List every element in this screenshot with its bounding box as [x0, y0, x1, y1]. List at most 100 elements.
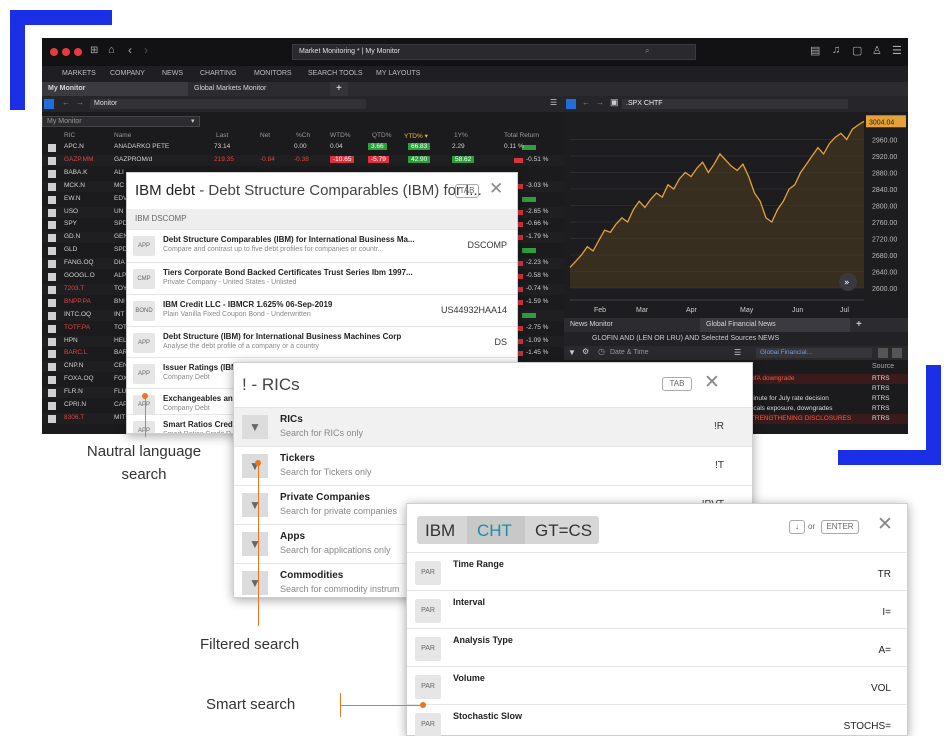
menu-icon[interactable]: ☰ — [892, 44, 902, 57]
token-ibm[interactable]: IBM — [425, 521, 455, 541]
col-last[interactable]: Last — [216, 132, 228, 139]
rics-tab-key[interactable]: TAB — [662, 377, 692, 391]
news-query[interactable]: GLOFIN AND (LEN OR LRU) AND Selected Sou… — [592, 335, 779, 342]
layout-tabs: My Monitor Global Markets Monitor + — [42, 82, 908, 96]
list-item[interactable]: PAR Interval I= — [407, 590, 907, 628]
list-icon[interactable]: ☰ — [734, 348, 741, 357]
chart-forward-icon[interactable]: → — [596, 98, 604, 107]
col-wtd[interactable]: WTD% — [330, 132, 351, 139]
list-item[interactable]: PAR Volume VOL — [407, 666, 907, 704]
news-add-tab-button[interactable]: + — [850, 318, 868, 332]
col-net[interactable]: Net — [260, 132, 270, 139]
item-code: A= — [878, 645, 891, 656]
back-icon[interactable]: ‹ — [128, 43, 132, 57]
monitor-dropdown[interactable]: My Monitor ▾ — [42, 116, 200, 127]
news-date-label[interactable]: Date & Time — [610, 349, 649, 356]
list-item[interactable]: PAR Time Range TR — [407, 552, 907, 590]
or-text: or — [808, 522, 816, 531]
layout-icon[interactable]: ▤ — [810, 44, 820, 57]
callout-smart: Smart search — [206, 696, 296, 713]
list-item[interactable]: APP Debt Structure Comparables (IBM) for … — [127, 229, 517, 262]
chart-app-icon[interactable] — [566, 99, 576, 109]
filter-icon[interactable]: ▼ — [568, 348, 576, 357]
token-gt-cs[interactable]: GT=CS — [535, 521, 592, 541]
monitor-search-box[interactable]: Monitor — [90, 99, 366, 109]
rics-close-icon[interactable]: ✕ — [704, 371, 720, 394]
search-icon[interactable]: ⌕ — [645, 46, 649, 56]
list-item[interactable]: ▼ RICs Search for RICs only !R — [234, 407, 752, 446]
list-item[interactable]: BOND IBM Credit LLC - IBMCR 1.625% 06-Sep… — [127, 294, 517, 326]
menu-charting[interactable]: CHARTING — [200, 70, 236, 77]
monitor-toolbar: ← → Monitor ☰ — [42, 96, 564, 112]
x-tick-label: Feb — [594, 307, 606, 314]
news-headline: ES STRENGTHENING DISCLOSURES — [736, 415, 852, 422]
grid-icon[interactable]: ⊞ — [90, 45, 98, 56]
col-name[interactable]: Name — [114, 132, 131, 139]
hamburger-icon[interactable]: ☰ — [550, 98, 557, 107]
tab-global-markets-monitor[interactable]: Global Markets Monitor — [188, 82, 330, 96]
col-1y[interactable]: 1Y% — [454, 132, 468, 139]
enter-key[interactable]: ENTER — [821, 520, 859, 534]
list-item[interactable]: ▼ Tickers Search for Tickers only !T — [234, 446, 752, 485]
gear-icon[interactable]: ⚙ — [582, 347, 589, 356]
col-pch[interactable]: %Ch — [296, 132, 310, 139]
item-description: Search for RICs only — [280, 428, 364, 438]
chevron-down-icon[interactable]: ▾ — [191, 117, 195, 125]
monitor-header-row: RIC Name Last Net %Ch WTD% QTD% YTD% ▾ 1… — [42, 130, 564, 141]
menu-company[interactable]: COMPANY — [110, 70, 145, 77]
chart-symbol-box[interactable]: .SPX CHTF — [622, 99, 848, 109]
list-item[interactable]: PAR Stochastic Slow STOCHS= — [407, 704, 907, 736]
grid-view-icon[interactable] — [878, 348, 888, 358]
ibm-tab-key[interactable]: TAB — [455, 184, 479, 198]
row-ric: FANG.OQ — [64, 259, 94, 267]
menu-news[interactable]: NEWS — [162, 70, 183, 77]
col-ric[interactable]: RIC — [64, 132, 75, 139]
nav-forward-icon[interactable]: → — [76, 98, 84, 107]
item-code: !T — [715, 460, 724, 471]
row-pch: -0.38 — [294, 155, 309, 163]
window-close-dot[interactable] — [50, 48, 58, 56]
table-row[interactable]: GAZP.MM GAZPROM/d 219.35 -0.84 -0.38 -10.65 -5… — [42, 154, 564, 166]
tab-news-monitor[interactable]: News Monitor — [564, 318, 700, 332]
close-icon[interactable]: ✕ — [489, 179, 503, 199]
double-chevron-icon[interactable]: » — [844, 278, 850, 288]
menu-monitors[interactable]: MONITORS — [254, 70, 292, 77]
row-icon — [48, 350, 56, 359]
row-name: HEL — [114, 336, 127, 344]
news-search-box[interactable]: Global Financial... — [756, 348, 872, 358]
tab-global-financial-news[interactable]: Global Financial News — [700, 318, 850, 332]
smart-token-bar[interactable]: IBM CHT GT=CS — [417, 516, 599, 544]
down-arrow-key[interactable]: ↓ — [789, 520, 805, 534]
chat-icon[interactable]: ▢ — [852, 44, 862, 57]
col-qtd[interactable]: QTD% — [372, 132, 392, 139]
chart-svg[interactable]: 2960.00 2920.00 2880.00 2840.00 2800.00 2760.… — [564, 112, 908, 318]
col-ytd[interactable]: YTD% ▾ — [404, 132, 428, 140]
menu-markets[interactable]: MARKETS — [62, 70, 96, 77]
smart-close-icon[interactable]: ✕ — [877, 513, 893, 536]
list-item[interactable]: PAR Analysis Type A= — [407, 628, 907, 666]
address-bar[interactable]: Market Monitoring * | My Monitor ⌕ — [292, 44, 696, 60]
add-tab-button[interactable]: + — [330, 82, 348, 96]
tab-my-monitor[interactable]: My Monitor — [42, 82, 188, 96]
list-item[interactable]: CMP Tiers Corporate Bond Backed Certifica… — [127, 262, 517, 294]
list-item[interactable]: APP Debt Structure (IBM) for Internationa… — [127, 326, 517, 357]
table-row[interactable]: APC.N ANADARKO PETE 73.14 0.00 0.04 3.66 66.83… — [42, 142, 564, 153]
bell-icon[interactable]: ♫ — [832, 44, 840, 56]
window-minimize-dot[interactable] — [62, 48, 70, 56]
home-icon[interactable]: ⌂ — [108, 44, 115, 56]
edit-icon[interactable] — [892, 348, 902, 358]
col-total-return[interactable]: Total Return — [504, 132, 539, 139]
app-icon[interactable] — [44, 99, 54, 109]
menu-search-tools[interactable]: SEARCH TOOLS — [308, 70, 363, 77]
chart-back-icon[interactable]: ← — [582, 98, 590, 107]
nav-back-icon[interactable]: ← — [62, 98, 70, 107]
row-ric: 7203.T — [64, 284, 85, 292]
user-icon[interactable]: ♙ — [872, 44, 882, 57]
window-maximize-dot[interactable] — [74, 48, 82, 56]
forward-icon[interactable]: › — [144, 43, 148, 57]
row-icon — [48, 169, 56, 178]
token-cht[interactable]: CHT — [477, 521, 512, 541]
row-ytd: 42.90 — [408, 155, 431, 163]
menu-my-layouts[interactable]: MY LAYOUTS — [376, 70, 420, 77]
monitor-nav-label: Monitor — [94, 100, 118, 107]
